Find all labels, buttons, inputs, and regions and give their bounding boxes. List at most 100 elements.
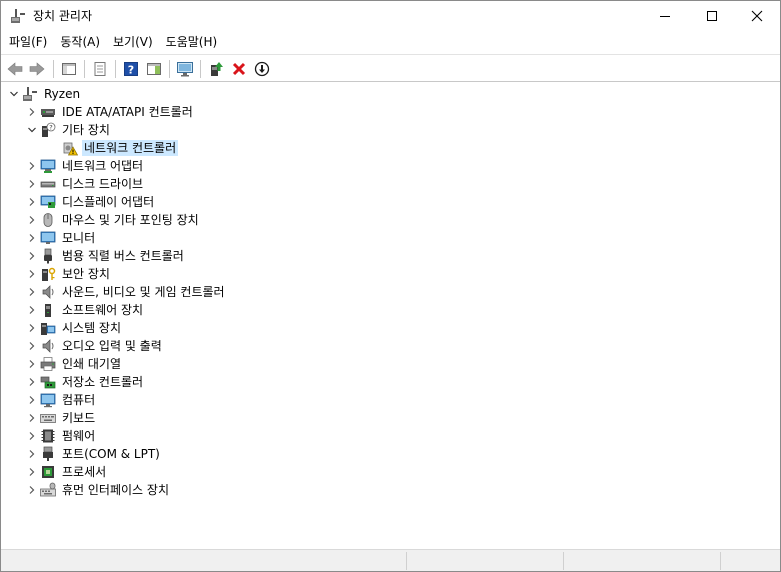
close-button[interactable]: [734, 1, 780, 31]
expand-chevron-icon[interactable]: [24, 409, 40, 427]
tree-root-node[interactable]: Ryzen: [6, 85, 82, 103]
tree-item-sound-video-game[interactable]: 사운드, 비디오 및 게임 컨트롤러: [24, 283, 227, 301]
menu-action[interactable]: 동작(A): [55, 32, 105, 52]
software-device-icon: [40, 302, 56, 318]
tree-item-storage-controllers[interactable]: 저장소 컨트롤러: [24, 373, 145, 391]
properties-icon: [94, 62, 106, 76]
help-button[interactable]: ?: [120, 58, 142, 80]
tree-item-usb-controllers[interactable]: 범용 직렬 버스 컨트롤러: [24, 247, 186, 265]
expand-chevron-icon[interactable]: [24, 427, 40, 445]
update-driver-button[interactable]: [205, 58, 227, 80]
network-adapter-icon: [40, 158, 56, 174]
expand-chevron-icon[interactable]: [24, 301, 40, 319]
expand-chevron-icon[interactable]: [24, 283, 40, 301]
tree-item-label: 네트워크 컨트롤러: [82, 140, 179, 156]
keyboard-icon: [40, 410, 56, 426]
expand-chevron-icon[interactable]: [24, 445, 40, 463]
device-manager-window: 장치 관리자 파일(F) 동작(A) 보기(V) 도움말(H) ? Ryzen …: [0, 0, 781, 572]
minimize-button[interactable]: [642, 1, 688, 31]
expand-chevron-icon[interactable]: [24, 319, 40, 337]
tree-item-label: 휴먼 인터페이스 장치: [62, 483, 169, 497]
collapse-chevron-icon[interactable]: [6, 85, 22, 103]
tree-item-software-devices[interactable]: 소프트웨어 장치: [24, 301, 145, 319]
tree-item-display-adapters[interactable]: 디스플레이 어댑터: [24, 193, 156, 211]
tree-item-audio-io[interactable]: 오디오 입력 및 출력: [24, 337, 164, 355]
tree-item-ide-controllers[interactable]: IDE ATA/ATAPI 컨트롤러: [24, 103, 195, 121]
tree-item-mice[interactable]: 마우스 및 기타 포인팅 장치: [24, 211, 201, 229]
device-tree[interactable]: Ryzen IDE ATA/ATAPI 컨트롤러 ? 기타 장치 네트워크 컨트…: [1, 83, 780, 548]
back-arrow-icon: [7, 62, 23, 76]
back-button[interactable]: [4, 58, 26, 80]
tree-item-network-adapters[interactable]: 네트워크 어댑터: [24, 157, 145, 175]
mouse-icon: [40, 212, 56, 228]
usb-icon: [40, 248, 56, 264]
scan-hardware-button[interactable]: [174, 58, 196, 80]
tree-item-other-devices[interactable]: ? 기타 장치: [24, 121, 112, 139]
svg-text:?: ?: [49, 124, 52, 132]
tree-item-processors[interactable]: 프로세서: [24, 463, 108, 481]
expand-chevron-icon[interactable]: [24, 157, 40, 175]
expand-chevron-icon[interactable]: [24, 211, 40, 229]
tree-root-label: Ryzen: [44, 87, 81, 101]
menu-view[interactable]: 보기(V): [108, 32, 158, 52]
tree-item-label: 네트워크 어댑터: [62, 159, 144, 173]
tree-item-ports[interactable]: 포트(COM & LPT): [24, 445, 162, 463]
processor-icon: [40, 464, 56, 480]
svg-text:?: ?: [128, 64, 134, 77]
action-pane-button[interactable]: [143, 58, 165, 80]
expand-chevron-icon[interactable]: [24, 391, 40, 409]
collapse-chevron-icon[interactable]: [24, 121, 40, 139]
port-icon: [40, 446, 56, 462]
tree-item-firmware[interactable]: 펌웨어: [24, 427, 97, 445]
scan-hardware-monitor-icon: [177, 62, 193, 77]
expand-chevron-icon[interactable]: [24, 337, 40, 355]
tree-item-label: 시스템 장치: [62, 321, 122, 335]
expand-chevron-icon[interactable]: [24, 247, 40, 265]
tree-item-security-devices[interactable]: 보안 장치: [24, 265, 112, 283]
expand-chevron-icon[interactable]: [24, 355, 40, 373]
tree-item-label: 프로세서: [62, 465, 107, 479]
status-bar: [1, 549, 780, 571]
uninstall-device-button[interactable]: [228, 58, 250, 80]
tree-item-label: 마우스 및 기타 포인팅 장치: [62, 213, 199, 227]
tree-item-computer[interactable]: 컴퓨터: [24, 391, 97, 409]
printer-icon: [40, 356, 56, 372]
delete-x-icon: [232, 62, 246, 76]
tree-item-monitors[interactable]: 모니터: [24, 229, 97, 247]
show-hide-console-tree-button[interactable]: [58, 58, 80, 80]
tree-item-network-controller[interactable]: 네트워크 컨트롤러: [46, 139, 179, 157]
security-key-icon: [40, 266, 56, 282]
expand-chevron-icon[interactable]: [24, 175, 40, 193]
status-bar-divider: [720, 552, 721, 570]
expand-chevron-icon[interactable]: [24, 373, 40, 391]
title-bar[interactable]: 장치 관리자: [1, 1, 780, 31]
disk-drive-icon: [40, 176, 56, 192]
expand-chevron-icon[interactable]: [24, 229, 40, 247]
tree-item-label: 범용 직렬 버스 컨트롤러: [62, 249, 184, 263]
tree-item-label: 디스플레이 어댑터: [62, 195, 155, 209]
forward-button[interactable]: [26, 58, 48, 80]
status-bar-divider: [406, 552, 407, 570]
properties-button[interactable]: [89, 58, 111, 80]
tree-item-label: 저장소 컨트롤러: [62, 375, 144, 389]
tree-item-label: 소프트웨어 장치: [62, 303, 144, 317]
tree-item-disk-drives[interactable]: 디스크 드라이브: [24, 175, 145, 193]
speaker-icon: [40, 284, 56, 300]
expand-chevron-icon[interactable]: [24, 103, 40, 121]
expand-chevron-icon[interactable]: [24, 265, 40, 283]
menu-help[interactable]: 도움말(H): [161, 32, 223, 52]
tree-item-print-queues[interactable]: 인쇄 대기열: [24, 355, 123, 373]
update-driver-icon: [211, 62, 223, 76]
disable-device-button[interactable]: [251, 58, 273, 80]
maximize-button[interactable]: [689, 1, 735, 31]
menu-file[interactable]: 파일(F): [4, 32, 52, 52]
tree-item-human-interface-devices[interactable]: 휴먼 인터페이스 장치: [24, 481, 171, 499]
toolbar-separator: [84, 60, 85, 78]
tree-item-system-devices[interactable]: 시스템 장치: [24, 319, 123, 337]
expand-chevron-icon[interactable]: [24, 481, 40, 499]
tree-item-keyboards[interactable]: 키보드: [24, 409, 97, 427]
expand-chevron-icon[interactable]: [24, 193, 40, 211]
status-bar-divider: [563, 552, 564, 570]
tree-item-label: 포트(COM & LPT): [62, 447, 160, 461]
expand-chevron-icon[interactable]: [24, 463, 40, 481]
